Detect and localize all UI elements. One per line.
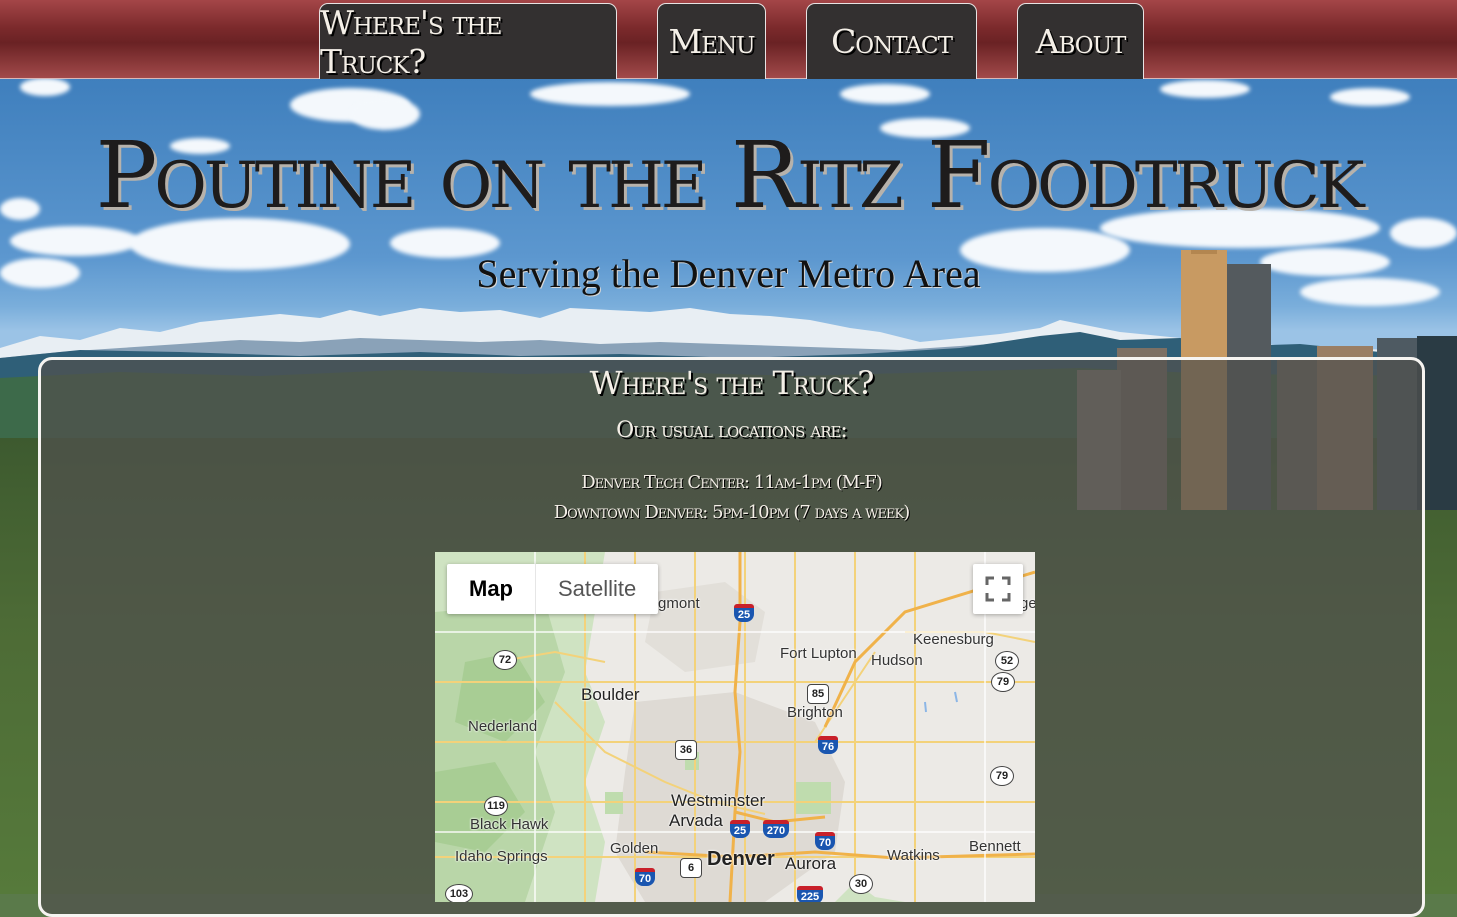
interstate-270-shield: 270 xyxy=(763,820,789,838)
map-label-keenesburg: Keenesburg xyxy=(913,631,994,648)
interstate-225-shield: 225 xyxy=(797,886,823,902)
us-highway-85-shield: 85 xyxy=(807,684,829,704)
interstate-25-south-shield: 25 xyxy=(730,820,750,838)
cloud xyxy=(530,82,690,106)
cloud xyxy=(20,78,70,96)
map-label-westminster: Westminster xyxy=(671,791,766,810)
satellite-view-button[interactable]: Satellite xyxy=(535,564,658,614)
map-label-arvada: Arvada xyxy=(669,811,723,830)
google-map[interactable]: 25 72 52 79 85 36 76 79 119 25 270 70 6 … xyxy=(435,552,1035,902)
state-highway-103-shield: 103 xyxy=(445,884,473,902)
section-subheading: Our usual locations are: xyxy=(616,418,848,443)
fullscreen-icon xyxy=(985,576,1011,602)
map-label-fort-lupton: Fort Lupton xyxy=(780,645,857,662)
site-subtitle: Serving the Denver Metro Area xyxy=(476,251,981,296)
location-item: Denver Tech Center: 11am-1pm (M-F) xyxy=(581,472,883,493)
interstate-70-east-shield: 70 xyxy=(815,832,835,850)
map-label-golden: Golden xyxy=(610,840,659,857)
fullscreen-button[interactable] xyxy=(973,564,1023,614)
site-title: Poutine on the Ritz Foodtruck xyxy=(95,122,1364,229)
section-heading: Where's the Truck? xyxy=(589,364,875,402)
content-panel: Where's the Truck? Our usual locations a… xyxy=(38,357,1425,917)
map-type-control: Map Satellite xyxy=(447,564,659,614)
us-highway-36-shield: 36 xyxy=(675,740,697,760)
cloud xyxy=(840,84,930,104)
state-highway-119-shield: 119 xyxy=(484,796,508,816)
interstate-25-shield: 25 xyxy=(734,604,754,622)
interstate-76-shield: 76 xyxy=(818,736,838,754)
map-label-watkins: Watkins xyxy=(887,847,940,864)
interstate-70-west-shield: 70 xyxy=(635,868,655,886)
cloud xyxy=(1330,88,1410,106)
map-label-nederland: Nederland xyxy=(468,718,538,735)
cloud xyxy=(1160,80,1250,98)
location-item: Downtown Denver: 5pm-10pm (7 days a week… xyxy=(553,502,911,523)
state-highway-52-shield: 52 xyxy=(995,651,1019,671)
map-label-bennett: Bennett xyxy=(969,838,1021,855)
nav-tab-wheres-the-truck[interactable]: Where's the Truck? xyxy=(319,3,617,81)
nav-tab-contact[interactable]: Contact xyxy=(806,3,977,79)
map-label-denver: Denver xyxy=(707,848,775,870)
map-label-idaho-springs: Idaho Springs xyxy=(455,848,548,865)
map-label-brighton: Brighton xyxy=(787,704,843,721)
us-highway-6-shield: 6 xyxy=(680,858,702,878)
map-label-black-hawk: Black Hawk xyxy=(470,816,549,833)
map-label-boulder: Boulder xyxy=(581,685,640,704)
nav-tab-menu[interactable]: Menu xyxy=(657,3,766,79)
state-highway-79-shield: 79 xyxy=(991,672,1015,692)
map-view-button[interactable]: Map xyxy=(447,564,535,614)
top-navigation: Where's the Truck? Menu Contact About xyxy=(0,0,1457,81)
state-highway-30-shield: 30 xyxy=(849,874,873,894)
nav-tab-about[interactable]: About xyxy=(1017,3,1144,79)
map-label-aurora: Aurora xyxy=(785,854,837,873)
state-highway-72-shield: 72 xyxy=(493,650,517,670)
state-highway-79-south-shield: 79 xyxy=(990,766,1014,786)
map-label-hudson: Hudson xyxy=(871,652,923,669)
